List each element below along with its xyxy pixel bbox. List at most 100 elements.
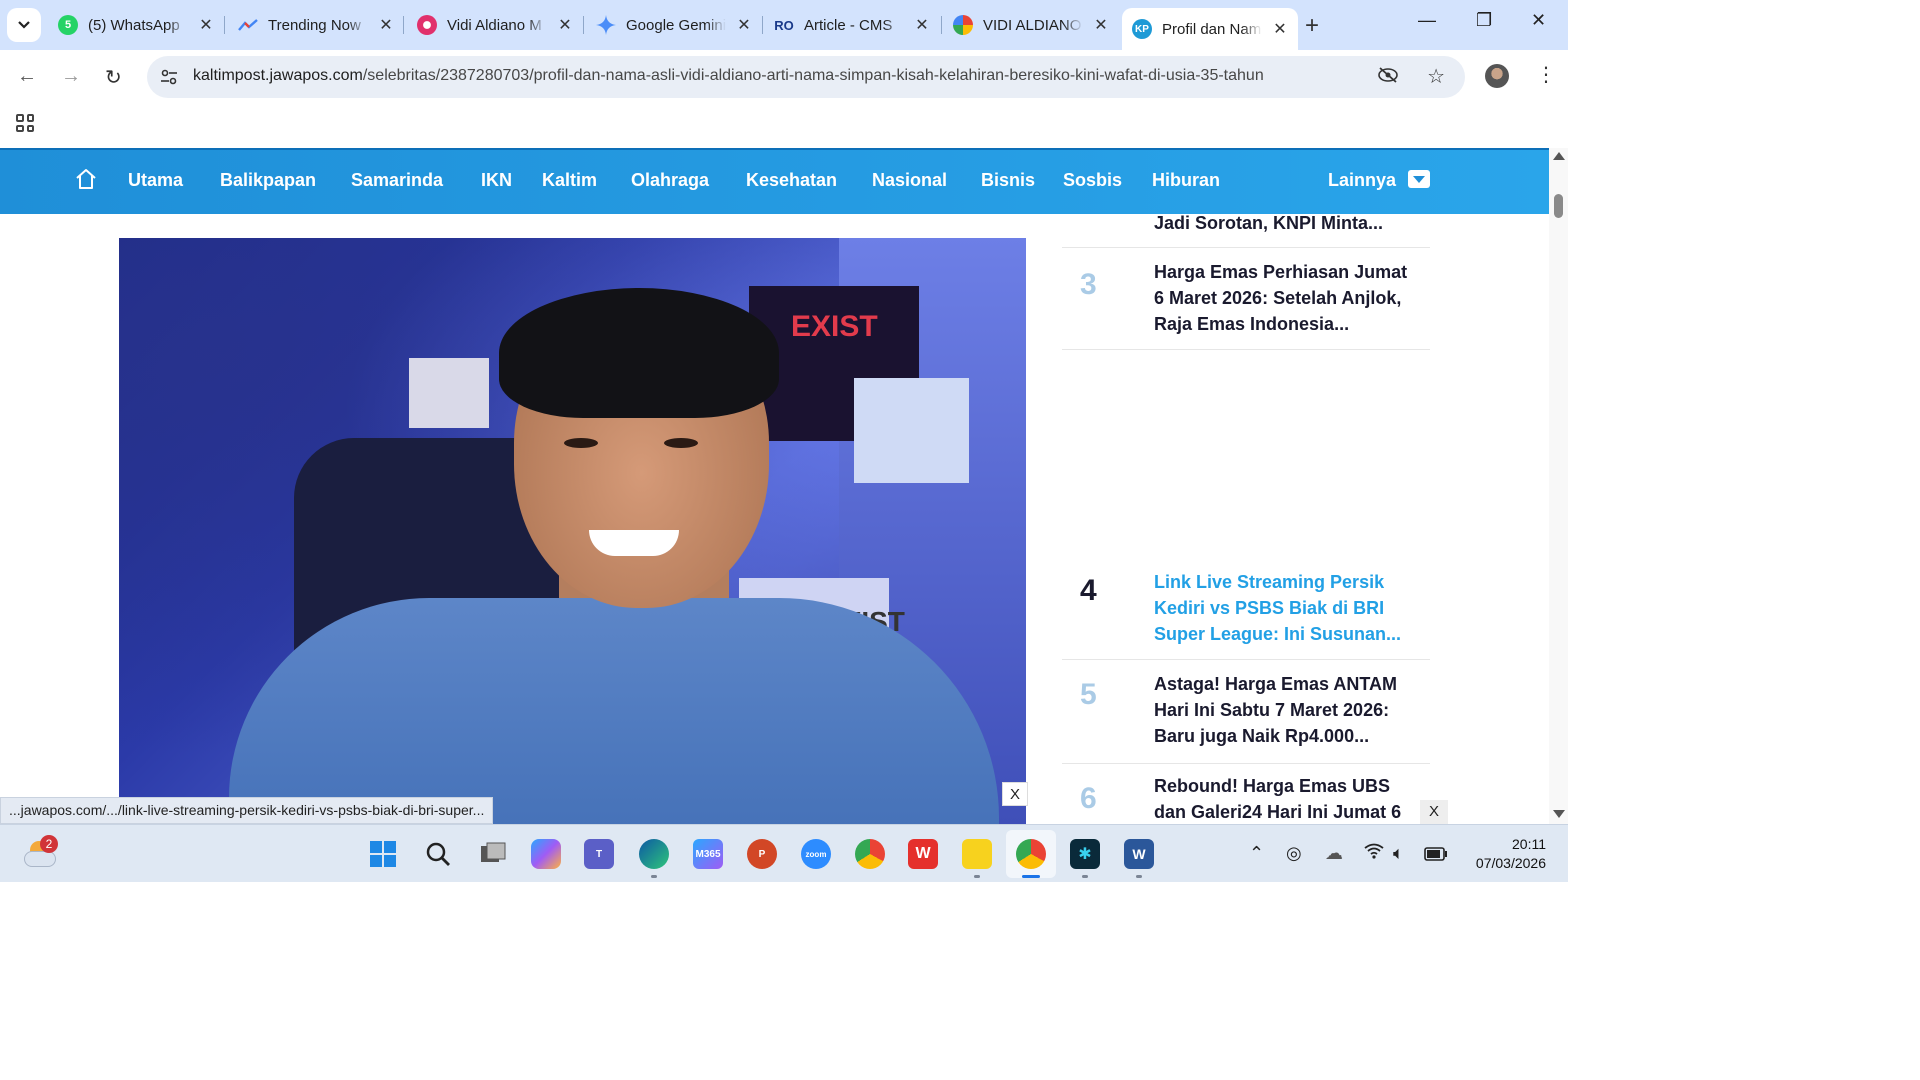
copilot-icon[interactable] xyxy=(531,839,561,869)
tab-vidi-google-search[interactable]: VIDI ALDIANO ✕ xyxy=(943,8,1119,42)
wifi-icon[interactable] xyxy=(1364,843,1384,864)
reload-icon[interactable]: ↻ xyxy=(105,65,122,90)
address-bar[interactable]: kaltimpost.jawapos.com/selebritas/238728… xyxy=(147,56,1465,98)
close-tab-icon[interactable]: ✕ xyxy=(557,15,573,35)
search-icon[interactable] xyxy=(423,839,453,869)
tab-separator xyxy=(583,16,584,34)
edge-icon[interactable] xyxy=(639,839,669,869)
nav-kaltim[interactable]: Kaltim xyxy=(542,170,597,191)
new-tab-button[interactable]: + xyxy=(1305,12,1319,40)
forward-icon[interactable]: → xyxy=(61,65,81,88)
nav-utama[interactable]: Utama xyxy=(128,170,183,191)
scroll-down-icon[interactable] xyxy=(1553,810,1565,818)
sticky-notes-icon[interactable] xyxy=(962,839,992,869)
browser-toolbar: ← → ↻ kaltimpost.jawapos.com/selebritas/… xyxy=(0,50,1568,104)
tab-trending-now[interactable]: Trending Now ✕ xyxy=(228,8,404,42)
close-tab-icon[interactable]: ✕ xyxy=(1272,19,1288,39)
list-item-title[interactable]: Jadi Sorotan, KNPI Minta... xyxy=(1154,210,1422,236)
onedrive-off-icon[interactable]: ☁ xyxy=(1325,843,1343,864)
nav-nasional[interactable]: Nasional xyxy=(872,170,947,191)
task-view-icon[interactable] xyxy=(478,839,508,869)
windows-taskbar: 2 T M365 P zoom W ✱ W ⌃ ◎ ☁ 🔈︎ 20:11 07/… xyxy=(0,824,1568,882)
eye-off-icon[interactable] xyxy=(1377,66,1399,89)
volume-icon[interactable]: 🔈︎ xyxy=(1393,843,1404,864)
cloud-sync-icon[interactable]: ◎ xyxy=(1286,843,1302,864)
list-item[interactable]: Jadi Sorotan, KNPI Minta... xyxy=(1062,204,1430,248)
tab-search-button[interactable] xyxy=(7,8,41,42)
url-text: kaltimpost.jawapos.com/selebritas/238728… xyxy=(193,67,1264,84)
nav-lainnya[interactable]: Lainnya xyxy=(1328,170,1396,191)
page-scrollbar[interactable] xyxy=(1549,148,1568,824)
clock-date: 07/03/2026 xyxy=(1475,855,1546,871)
tab-google-gemini[interactable]: Google Gemini ✕ xyxy=(586,8,762,42)
nav-ikn[interactable]: IKN xyxy=(481,170,512,191)
wps-icon[interactable]: W xyxy=(908,839,938,869)
nav-samarinda[interactable]: Samarinda xyxy=(351,170,443,191)
powerpoint-icon[interactable]: P xyxy=(747,839,777,869)
chrome-profile-icon[interactable] xyxy=(1016,839,1046,869)
nav-kesehatan[interactable]: Kesehatan xyxy=(746,170,837,191)
link-status-bar: ...jawapos.com/.../link-live-streaming-p… xyxy=(0,797,494,824)
tab-separator xyxy=(403,16,404,34)
m365-icon[interactable]: M365 xyxy=(693,839,723,869)
battery-icon[interactable] xyxy=(1424,845,1448,866)
teams-icon[interactable]: T xyxy=(584,839,614,869)
close-tab-icon[interactable]: ✕ xyxy=(914,15,930,35)
tab-article-cms[interactable]: RO Article - CMS ✕ xyxy=(764,8,940,42)
chrome-icon[interactable] xyxy=(855,839,885,869)
nav-balikpapan[interactable]: Balikpapan xyxy=(220,170,316,191)
tab-vidi-instagram[interactable]: Vidi Aldiano M ✕ xyxy=(407,8,583,42)
back-icon[interactable]: ← xyxy=(17,65,37,88)
list-item[interactable]: 3 Harga Emas Perhiasan Jumat 6 Maret 202… xyxy=(1062,248,1430,350)
scrollbar-thumb[interactable] xyxy=(1554,194,1563,218)
chevron-up-icon[interactable]: ⌃ xyxy=(1249,843,1264,864)
profile-avatar[interactable] xyxy=(1485,64,1509,88)
trends-icon xyxy=(238,15,258,35)
chevron-down-icon xyxy=(18,21,30,29)
weather-widget-icon[interactable]: 2 xyxy=(22,835,58,871)
nav-bisnis[interactable]: Bisnis xyxy=(981,170,1035,191)
list-item-title[interactable]: Rebound! Harga Emas UBS dan Galeri24 Har… xyxy=(1154,773,1422,824)
browser-menu-icon[interactable]: ⋮ xyxy=(1536,62,1556,87)
list-item-title[interactable]: Astaga! Harga Emas ANTAM Hari Ini Sabtu … xyxy=(1154,671,1422,749)
running-indicator xyxy=(1136,875,1142,878)
list-item[interactable]: 5 Astaga! Harga Emas ANTAM Hari Ini Sabt… xyxy=(1062,660,1430,764)
zoom-icon[interactable]: zoom xyxy=(801,839,831,869)
close-tab-icon[interactable]: ✕ xyxy=(736,15,752,35)
list-item[interactable]: 4 Link Live Streaming Persik Kediri vs P… xyxy=(1062,558,1430,660)
close-tab-icon[interactable]: ✕ xyxy=(378,15,394,35)
minimize-icon[interactable]: — xyxy=(1418,10,1436,31)
close-ad-button[interactable]: X xyxy=(1002,782,1028,806)
tab-whatsapp[interactable]: 5 (5) WhatsApp ✕ xyxy=(48,8,224,42)
apps-grid-icon[interactable] xyxy=(16,114,34,132)
close-window-icon[interactable]: ✕ xyxy=(1531,10,1546,31)
word-icon[interactable]: W xyxy=(1124,839,1154,869)
site-info-icon[interactable] xyxy=(159,67,179,87)
bookmark-star-icon[interactable]: ☆ xyxy=(1427,64,1445,89)
restore-icon[interactable]: ❐ xyxy=(1476,10,1492,31)
close-tab-icon[interactable]: ✕ xyxy=(1093,15,1109,35)
capcut-icon[interactable]: ✱ xyxy=(1070,839,1100,869)
start-icon[interactable] xyxy=(368,839,398,869)
scroll-up-icon[interactable] xyxy=(1553,152,1565,160)
list-item[interactable]: 6 Rebound! Harga Emas UBS dan Galeri24 H… xyxy=(1062,764,1430,824)
nav-hiburan[interactable]: Hiburan xyxy=(1152,170,1220,191)
system-clock[interactable]: 20:11 07/03/2026 xyxy=(1466,835,1546,873)
close-ad-button-2[interactable]: X xyxy=(1420,800,1448,824)
instagram-icon xyxy=(417,15,437,35)
bookmarks-bar xyxy=(0,104,1568,148)
list-item-title[interactable]: Link Live Streaming Persik Kediri vs PSB… xyxy=(1154,569,1422,647)
list-item-title[interactable]: Harga Emas Perhiasan Jumat 6 Maret 2026:… xyxy=(1154,259,1422,337)
tab-separator xyxy=(762,16,763,34)
close-tab-icon[interactable]: ✕ xyxy=(198,15,214,35)
tab-profil-dan-nama-active[interactable]: KP Profil dan Nam ✕ xyxy=(1122,8,1298,50)
home-icon[interactable] xyxy=(74,167,98,191)
google-icon xyxy=(953,15,973,35)
tab-separator xyxy=(941,16,942,34)
cms-icon: RO xyxy=(774,17,794,33)
chevron-down-icon[interactable] xyxy=(1408,170,1430,188)
nav-olahraga[interactable]: Olahraga xyxy=(631,170,709,191)
nav-sosbis[interactable]: Sosbis xyxy=(1063,170,1122,191)
whatsapp-icon: 5 xyxy=(58,15,78,35)
page-viewport: Utama Balikpapan Samarinda IKN Kaltim Ol… xyxy=(0,148,1549,824)
